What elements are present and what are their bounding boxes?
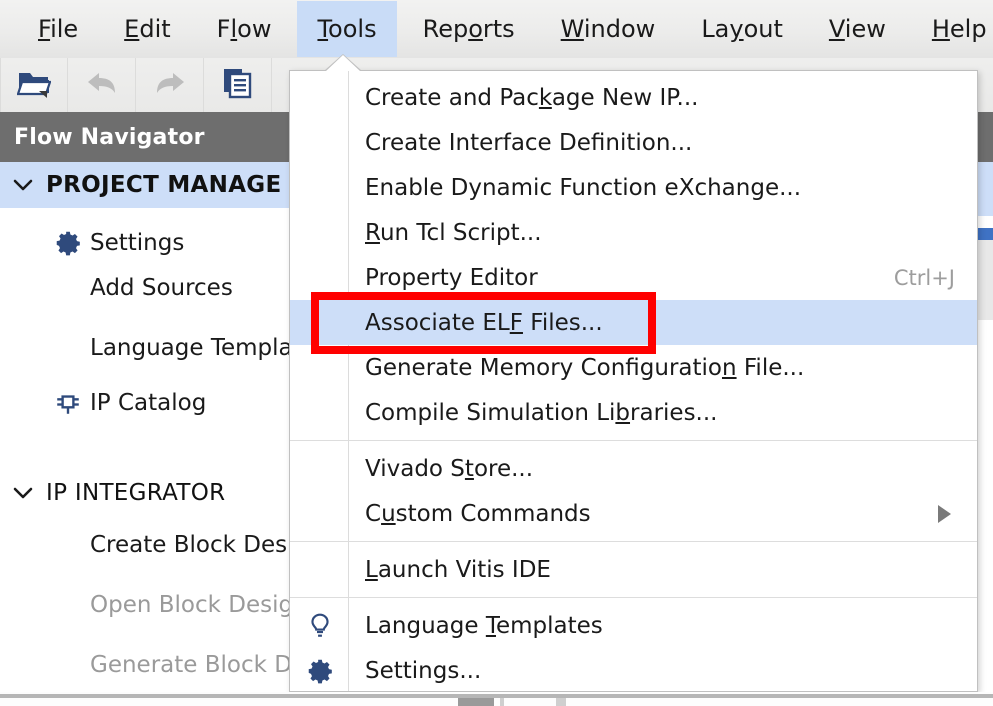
menu-separator [290,597,977,598]
flow-navigator-item-label: IP Catalog [90,390,207,416]
ip-chip-icon [46,389,90,417]
menu-item-property-editor[interactable]: Property Editor Ctrl+J [290,255,977,300]
flow-navigator-section-label: PROJECT MANAGE [46,172,282,198]
menu-bar: File Edit Flow Tools Reports Window Layout View… [0,0,993,58]
lightbulb-icon [290,612,349,640]
menu-item-create-and-package-new-ip[interactable]: Create and Package New IP... [290,75,977,120]
redo-button[interactable] [136,58,204,112]
menu-item-label: Enable Dynamic Function eXchange... [365,174,802,201]
flow-navigator-item-label: Settings [90,230,185,256]
menu-item-run-tcl-script[interactable]: Run Tcl Script... [290,210,977,255]
menubar-item-view[interactable]: View [809,9,906,49]
menu-item-vivado-store[interactable]: Vivado Store... [290,446,977,491]
document-button[interactable] [204,58,272,112]
chevron-down-icon[interactable] [0,178,46,192]
status-bar-line [0,694,993,698]
flow-navigator-item-label: Open Block Desig [90,592,294,618]
menubar-item-layout[interactable]: Layout [681,9,803,49]
menu-item-label: Custom Commands [365,500,591,527]
menu-item-label: Settings... [365,657,482,684]
menubar-item-window[interactable]: Window [541,9,676,49]
menu-item-label: Generate Memory Configuration File... [365,354,805,381]
menubar-item-tools[interactable]: Tools [297,1,397,57]
menu-item-language-templates[interactable]: Language Templates [290,603,977,648]
tools-dropdown-menu: Create and Package New IP... Create Inter… [289,70,978,692]
document-icon [222,67,254,103]
menu-item-label: Run Tcl Script... [365,219,542,246]
flow-navigator-item-label: Create Block Des [90,532,288,558]
tools-menu-item-list: Create and Package New IP... Create Inter… [290,71,977,693]
menubar-item-file[interactable]: File [18,9,98,49]
gear-icon [46,230,90,256]
flow-navigator-title: Flow Navigator [14,124,205,150]
flow-navigator-item-label: Add Sources [90,275,233,301]
undo-arrow-icon [85,68,119,102]
vivado-ide-window: PROJECT MANAGE Settings Add Sources Languag… [0,0,993,706]
menu-item-label: Language Templates [365,612,603,639]
menu-item-label: Vivado Store... [365,455,534,482]
menu-item-compile-simulation-libraries[interactable]: Compile Simulation Libraries... [290,390,977,435]
menu-item-shortcut: Ctrl+J [893,265,955,290]
status-bar-tick [500,698,504,706]
status-bar-tick [556,698,566,706]
menu-item-generate-memory-configuration-file[interactable]: Generate Memory Configuration File... [290,345,977,390]
menu-item-label: Compile Simulation Libraries... [365,399,718,426]
menu-item-launch-vitis-ide[interactable]: Launch Vitis IDE [290,547,977,592]
menu-item-label: Property Editor [365,264,538,291]
redo-arrow-icon [153,68,187,102]
flow-navigator-item-label: Generate Block D [90,652,292,678]
menubar-item-edit[interactable]: Edit [104,9,190,49]
menu-item-create-interface-definition[interactable]: Create Interface Definition... [290,120,977,165]
submenu-arrow-icon [938,504,951,523]
menu-item-enable-dynamic-function-exchange[interactable]: Enable Dynamic Function eXchange... [290,165,977,210]
menu-item-associate-elf-files[interactable]: Associate ELF Files... [290,300,977,345]
menu-item-custom-commands[interactable]: Custom Commands [290,491,977,536]
menubar-item-help[interactable]: Help [912,9,993,49]
popup-notch [326,55,360,71]
menubar-item-reports[interactable]: Reports [403,9,535,49]
menu-separator [290,541,977,542]
open-project-icon [16,67,52,103]
open-project-button[interactable] [0,58,68,112]
undo-button[interactable] [68,58,136,112]
menu-item-label: Associate ELF Files... [365,309,603,336]
gear-icon [290,658,349,684]
menu-item-label: Create Interface Definition... [365,129,693,156]
flow-navigator-item-label: Language Templa [90,335,293,361]
chevron-down-icon[interactable] [0,486,46,500]
status-bar-segment [458,698,494,706]
flow-navigator-section-label: IP INTEGRATOR [46,480,226,506]
menu-item-settings[interactable]: Settings... [290,648,977,693]
menu-item-label: Launch Vitis IDE [365,556,551,583]
menu-separator [290,440,977,441]
menubar-item-flow[interactable]: Flow [197,9,292,49]
menu-item-label: Create and Package New IP... [365,84,699,111]
